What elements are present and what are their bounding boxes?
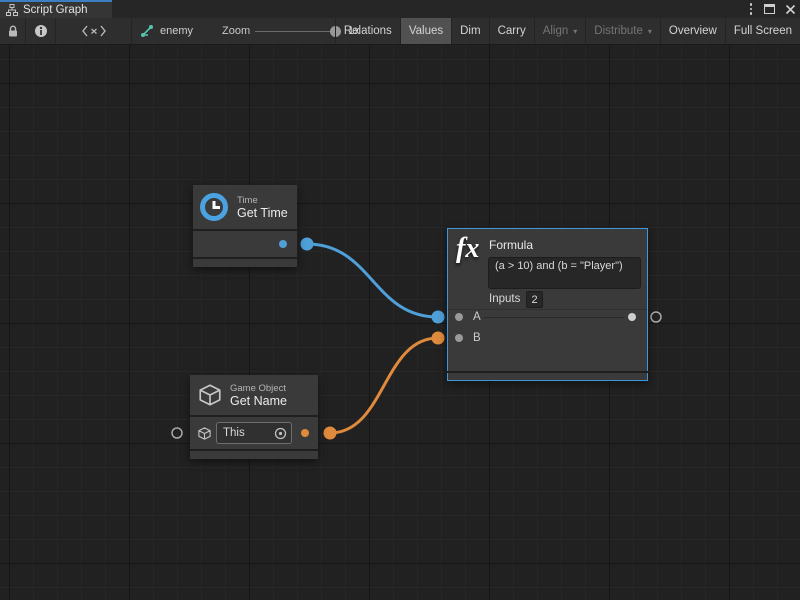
formula-expression-field[interactable]: (a > 10) and (b = "Player") <box>488 257 641 289</box>
node-title: Get Name <box>230 394 287 408</box>
formula-result-port-dot[interactable] <box>628 313 636 321</box>
game-object-cube-icon <box>197 382 223 408</box>
port-a-label: A <box>473 311 481 323</box>
lock-button[interactable] <box>0 18 26 44</box>
node-footer <box>190 451 318 459</box>
breadcrumb-label: enemy <box>160 25 193 37</box>
clock-icon <box>199 192 229 222</box>
get-name-target-input-port[interactable] <box>172 428 182 438</box>
port-b-label: B <box>473 332 481 344</box>
tab-title: Script Graph <box>23 4 88 16</box>
wire-endpoint-dot[interactable] <box>432 311 445 324</box>
port-row-line <box>484 317 624 318</box>
zoom-label: Zoom <box>222 25 250 37</box>
formula-input-a-port[interactable] <box>455 313 463 321</box>
angle-brackets-x-icon <box>82 25 106 37</box>
connection-get-time-to-formula-a[interactable] <box>307 244 438 317</box>
node-category: Game Object <box>230 383 287 394</box>
script-graph-icon <box>6 4 18 16</box>
relations-button[interactable]: Relations <box>335 18 400 44</box>
wire-endpoint-dot[interactable] <box>324 427 337 440</box>
node-header: Game Object Get Name <box>190 375 318 415</box>
full-screen-button[interactable]: Full Screen <box>725 18 800 44</box>
window-tab-bar: Script Graph <box>0 0 800 18</box>
maximize-icon[interactable] <box>764 4 775 14</box>
dim-ports-button[interactable] <box>56 18 132 44</box>
align-button[interactable]: Align▾ <box>534 18 586 44</box>
get-time-output-port[interactable] <box>279 240 287 248</box>
formula-fx-icon: fx <box>456 233 490 265</box>
graph-toolbar: enemy Zoom 1x Relations Values Dim Carry… <box>0 18 800 45</box>
toolbar-buttons: Relations Values Dim Carry Align▾ Distri… <box>335 18 800 44</box>
wire-endpoint-dot[interactable] <box>432 332 445 345</box>
target-cube-icon <box>197 426 212 441</box>
info-button[interactable] <box>26 18 56 44</box>
carry-button[interactable]: Carry <box>489 18 534 44</box>
values-button[interactable]: Values <box>400 18 451 44</box>
graph-canvas[interactable]: Time Get Time fx Formula (a > 10) and (b… <box>0 45 800 600</box>
node-footer <box>193 259 297 267</box>
lock-icon <box>6 24 20 38</box>
node-title: Get Time <box>237 206 288 220</box>
graph-breadcrumb-icon <box>140 24 154 38</box>
object-picker-icon[interactable] <box>274 427 287 440</box>
inputs-count-field[interactable]: 2 <box>526 291 543 308</box>
formula-input-b-port[interactable] <box>455 334 463 342</box>
tab-script-graph[interactable]: Script Graph <box>0 0 112 18</box>
node-header: Time Get Time <box>193 185 297 229</box>
dim-button[interactable]: Dim <box>451 18 488 44</box>
window-menu-icon[interactable] <box>748 1 755 17</box>
get-name-output-port[interactable] <box>301 429 309 437</box>
node-get-time[interactable]: Time Get Time <box>193 185 297 267</box>
info-icon <box>34 24 48 38</box>
node-get-name[interactable]: Game Object Get Name This <box>190 375 318 459</box>
zoom-slider-track[interactable] <box>255 31 339 32</box>
connections-layer <box>0 45 800 600</box>
breadcrumb[interactable]: enemy <box>140 18 193 44</box>
connection-get-name-to-formula-b[interactable] <box>330 338 438 433</box>
target-value: This <box>217 427 274 439</box>
node-category: Time <box>237 195 288 206</box>
overview-button[interactable]: Overview <box>660 18 725 44</box>
node-title: Formula <box>489 238 533 252</box>
wire-endpoint-dot[interactable] <box>301 238 314 251</box>
distribute-button[interactable]: Distribute▾ <box>585 18 660 44</box>
divider <box>448 309 647 310</box>
chevron-down-icon: ▾ <box>648 27 652 36</box>
chevron-down-icon: ▾ <box>573 27 577 36</box>
formula-result-port[interactable] <box>651 312 661 322</box>
node-formula[interactable]: fx Formula (a > 10) and (b = "Player") I… <box>447 228 648 381</box>
target-field[interactable]: This <box>216 422 292 444</box>
inputs-label: Inputs <box>489 293 520 305</box>
close-icon[interactable] <box>785 4 796 15</box>
